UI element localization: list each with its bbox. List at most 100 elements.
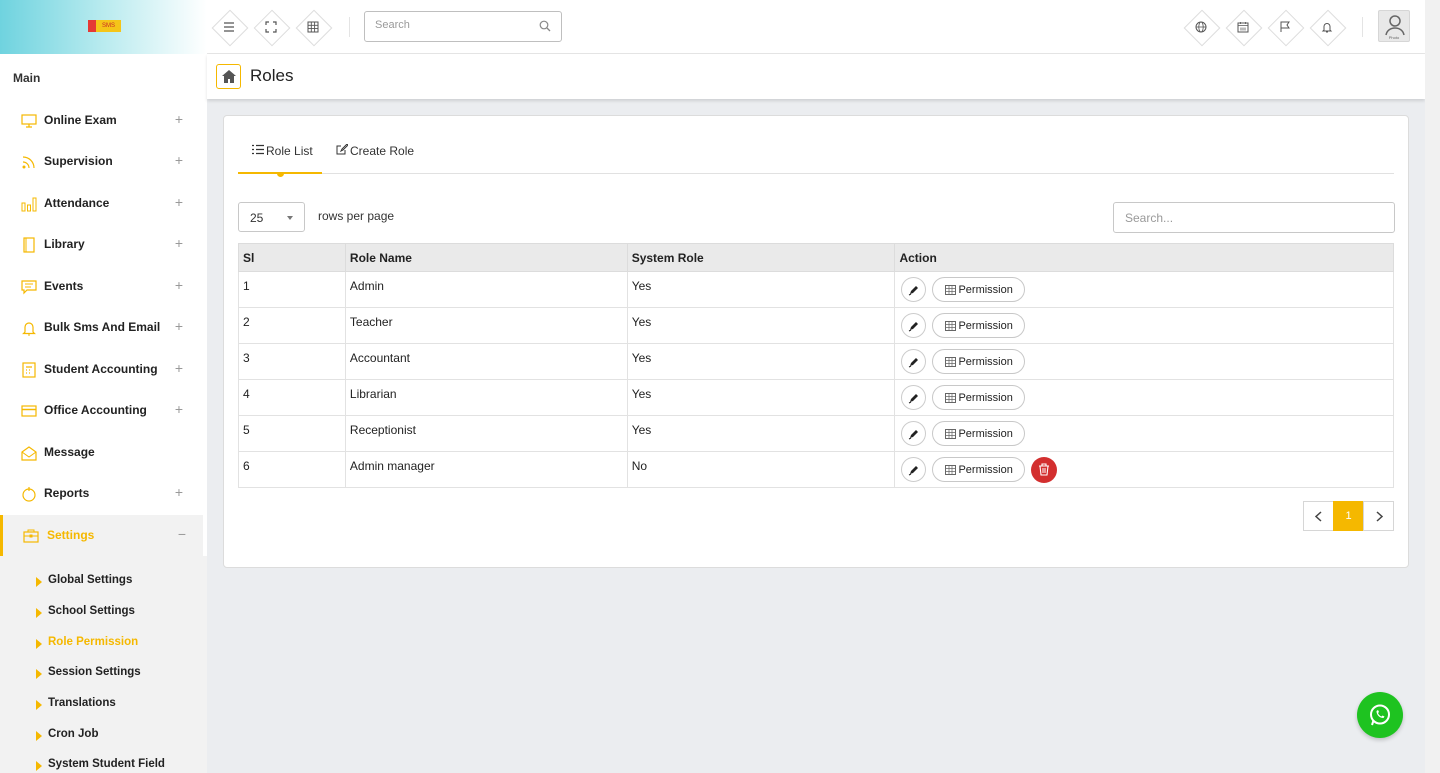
cell-sl: 6 (238, 451, 346, 488)
edit-button[interactable] (901, 385, 927, 410)
cell-sl: 4 (238, 379, 346, 416)
edit-button[interactable] (901, 313, 927, 338)
column-header-role-name[interactable]: Role Name (344, 243, 628, 272)
sidebar-item-settings[interactable]: Settings − (0, 515, 203, 556)
credit-card-icon (21, 405, 37, 417)
roles-card: Role List Create Role 25 rows per page S… (223, 115, 1409, 568)
expand-toggle[interactable]: + (173, 360, 185, 376)
sidebar-item-student-accounting[interactable]: Student Accounting + (0, 349, 203, 390)
sidebar-item-online-exam[interactable]: Online Exam + (0, 100, 203, 141)
list-icon (252, 144, 264, 155)
sidebar: Main Online Exam + Supervision + Attenda… (0, 54, 207, 773)
caret-right-icon (36, 731, 42, 741)
page-title: Roles (250, 66, 294, 85)
sidebar-item-attendance[interactable]: Attendance + (0, 183, 203, 224)
fullscreen-button[interactable] (254, 10, 288, 44)
expand-toggle[interactable]: + (173, 194, 185, 210)
sidebar-item-label: Office Accounting (44, 403, 147, 417)
sidebar-item-message[interactable]: Message (0, 432, 203, 473)
table-search-input[interactable] (1113, 202, 1395, 233)
edit-icon (336, 144, 348, 155)
avatar-label: Photo (1388, 35, 1400, 40)
expand-toggle[interactable]: + (173, 152, 185, 168)
table-icon (945, 357, 957, 367)
edit-button[interactable] (901, 349, 927, 374)
permission-label: Permission (958, 464, 1013, 476)
cell-system-role: Yes (626, 307, 896, 344)
logo[interactable]: SMS (88, 20, 121, 32)
cell-role-name: Receptionist (344, 415, 628, 452)
column-header-sl[interactable]: Sl (238, 243, 346, 272)
sidebar-item-label: Events (44, 279, 84, 293)
permission-button[interactable]: Permission (932, 457, 1026, 482)
rows-per-page-value: 25 (250, 211, 264, 225)
submenu-item-label: Cron Job (48, 728, 99, 740)
bell-icon (1321, 23, 1333, 33)
cell-system-role: Yes (626, 379, 896, 416)
collapse-toggle[interactable]: − (176, 526, 188, 542)
tab-label: Create Role (350, 144, 415, 158)
edit-button[interactable] (901, 277, 927, 302)
sidebar-item-office-accounting[interactable]: Office Accounting + (0, 390, 203, 431)
home-button[interactable] (216, 64, 241, 89)
language-button[interactable] (1184, 10, 1218, 44)
expand-toggle[interactable]: + (173, 484, 185, 500)
submenu-item-label: System Student Field (48, 758, 165, 770)
menu-toggle-button[interactable] (212, 10, 246, 44)
delete-button[interactable] (1031, 457, 1058, 483)
edit-button[interactable] (901, 457, 927, 482)
flag-button[interactable] (1268, 10, 1302, 44)
sidebar-item-supervision[interactable]: Supervision + (0, 141, 203, 182)
trash-icon (1039, 463, 1050, 476)
column-header-system-role[interactable]: System Role (626, 243, 896, 272)
expand-toggle[interactable]: + (173, 277, 185, 293)
global-search-input[interactable] (375, 19, 535, 31)
pen-icon (909, 358, 919, 368)
permission-button[interactable]: Permission (932, 349, 1026, 374)
tab-create-role[interactable]: Create Role (336, 140, 426, 176)
comment-icon (21, 280, 37, 295)
cell-role-name: Admin (344, 271, 628, 308)
calendar-button[interactable] (1226, 10, 1260, 44)
submenu-item-label: Translations (48, 697, 116, 709)
hand-pointer-icon (22, 487, 36, 502)
next-page-button[interactable] (1363, 501, 1394, 531)
sidebar-item-reports[interactable]: Reports + (0, 473, 203, 514)
logo-text: SMS (101, 23, 115, 29)
rows-per-page-select[interactable]: 25 (238, 202, 305, 232)
search-icon[interactable] (539, 20, 551, 32)
permission-button[interactable]: Permission (932, 313, 1026, 338)
global-search[interactable] (364, 11, 562, 42)
page-scrollbar[interactable] (1425, 0, 1440, 773)
whatsapp-chat-button[interactable] (1357, 692, 1403, 738)
table-row: 6 Admin manager No Permission (238, 451, 1394, 488)
expand-toggle[interactable]: + (173, 111, 185, 127)
sidebar-item-bulk-sms[interactable]: Bulk Sms And Email + (0, 307, 203, 348)
caret-right-icon (36, 761, 42, 771)
permission-button[interactable]: Permission (932, 421, 1026, 446)
table-row: 5 Receptionist Yes Permission (238, 415, 1394, 452)
tab-role-list[interactable]: Role List (252, 140, 322, 176)
previous-page-button[interactable] (1303, 501, 1334, 531)
permission-button[interactable]: Permission (932, 385, 1026, 410)
sidebar-item-library[interactable]: Library + (0, 224, 203, 265)
cell-sl: 1 (238, 271, 346, 308)
expand-toggle[interactable]: + (173, 235, 185, 251)
expand-toggle[interactable]: + (173, 401, 185, 417)
briefcase-icon (23, 529, 39, 543)
table-icon (945, 465, 957, 475)
table-row: 4 Librarian Yes Permission (238, 379, 1394, 416)
permission-button[interactable]: Permission (932, 277, 1026, 302)
expand-toggle[interactable]: + (173, 318, 185, 334)
notifications-button[interactable] (1310, 10, 1344, 44)
user-avatar[interactable]: Photo (1378, 10, 1410, 42)
caret-right-icon (36, 608, 42, 618)
pen-icon (909, 466, 919, 476)
edit-button[interactable] (901, 421, 927, 446)
tab-label: Role List (266, 144, 313, 158)
sidebar-item-events[interactable]: Events + (0, 266, 203, 307)
sidebar-item-label: Reports (44, 486, 90, 500)
apps-grid-button[interactable] (296, 10, 330, 44)
caret-right-icon (36, 669, 42, 679)
page-button-current[interactable]: 1 (1333, 501, 1364, 531)
